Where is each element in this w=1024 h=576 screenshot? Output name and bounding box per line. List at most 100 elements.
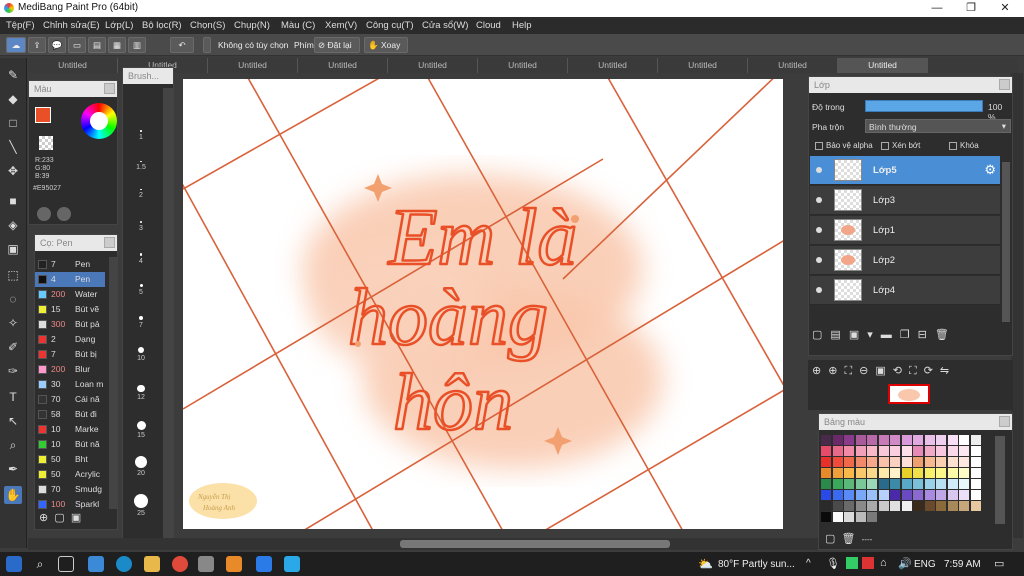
palette-swatch[interactable] bbox=[947, 435, 958, 445]
brush-item[interactable]: 10 Marke bbox=[35, 422, 105, 437]
hand-tool-icon[interactable]: ✋ bbox=[4, 486, 22, 504]
palette-swatch[interactable] bbox=[890, 468, 900, 478]
palette-swatch[interactable] bbox=[947, 479, 958, 489]
grid-icon[interactable]: ▦ bbox=[108, 37, 126, 53]
visibility-icon[interactable] bbox=[816, 227, 822, 233]
tab-untitled[interactable]: Untitled bbox=[28, 58, 118, 73]
brush-size-dot[interactable] bbox=[134, 494, 148, 508]
skype-icon[interactable] bbox=[284, 556, 300, 572]
clipping-checkbox[interactable]: Xén bớt bbox=[881, 141, 920, 150]
layer-row[interactable]: Lớp4 bbox=[810, 276, 1000, 305]
document-icon[interactable]: ▤ bbox=[88, 37, 106, 53]
tab-untitled[interactable]: Untitled bbox=[298, 58, 388, 73]
layer-row[interactable]: Lớp5 ⚙ bbox=[810, 156, 1000, 185]
palette-swatch[interactable] bbox=[913, 501, 923, 511]
palette-swatch[interactable] bbox=[913, 457, 923, 467]
tray-app-icon[interactable] bbox=[846, 557, 858, 569]
tab-untitled[interactable]: Untitled bbox=[568, 58, 658, 73]
palette-swatch[interactable] bbox=[901, 501, 912, 511]
palette-swatch[interactable] bbox=[890, 490, 900, 500]
copy-icon[interactable]: ❐ bbox=[900, 329, 918, 341]
maximize-icon[interactable]: ❐ bbox=[954, 0, 988, 17]
palette-swatch[interactable] bbox=[901, 468, 912, 478]
palette-swatch[interactable] bbox=[878, 468, 889, 478]
palette-swatch[interactable] bbox=[867, 457, 877, 467]
merge-icon[interactable]: ⊟ bbox=[918, 329, 935, 341]
palette-swatch[interactable] bbox=[832, 501, 843, 511]
layers-scrollbar[interactable] bbox=[1002, 162, 1010, 322]
folder-icon[interactable]: ▬ bbox=[881, 329, 900, 341]
palette-swatch[interactable] bbox=[844, 457, 854, 467]
zoom-in-icon[interactable]: ⊕ bbox=[812, 365, 828, 377]
brush-settings-icon[interactable]: ▣ bbox=[71, 512, 81, 524]
brush-item[interactable]: 50 Bht bbox=[35, 452, 105, 467]
brush-item[interactable]: 200 Blur bbox=[35, 362, 105, 377]
color-picker-icon[interactable] bbox=[57, 207, 71, 221]
menu-layer[interactable]: Lớp(L) bbox=[105, 20, 133, 31]
select-eraser-icon[interactable]: ✑ bbox=[4, 362, 22, 380]
palette-swatch[interactable] bbox=[844, 468, 854, 478]
weather-icon[interactable]: ⛅ bbox=[698, 557, 713, 571]
palette-swatch[interactable] bbox=[867, 435, 877, 445]
palette-swatch[interactable] bbox=[947, 468, 958, 478]
palette-swatch[interactable] bbox=[959, 479, 969, 489]
tab-untitled[interactable]: Untitled bbox=[748, 58, 838, 73]
palette-swatch[interactable] bbox=[901, 479, 912, 489]
palette-swatch[interactable] bbox=[844, 490, 854, 500]
chrome-icon[interactable] bbox=[172, 556, 188, 572]
color-wheel[interactable] bbox=[81, 103, 117, 139]
share-icon[interactable]: ⇪ bbox=[28, 37, 46, 53]
palette-swatch[interactable] bbox=[832, 435, 843, 445]
zoom-out-icon[interactable]: ⊖ bbox=[859, 365, 875, 377]
new-brush-icon[interactable]: ▢ bbox=[54, 512, 64, 524]
palette-swatch[interactable] bbox=[878, 435, 889, 445]
palette-swatch[interactable] bbox=[959, 435, 969, 445]
operation-tool-icon[interactable]: ↖ bbox=[4, 412, 22, 430]
add-brush-icon[interactable]: ⊕ bbox=[39, 512, 48, 524]
palette-swatch[interactable] bbox=[878, 446, 889, 456]
palette-swatch[interactable] bbox=[878, 501, 889, 511]
palette-swatch[interactable] bbox=[913, 435, 923, 445]
palette-swatch[interactable] bbox=[855, 446, 866, 456]
palette-swatch[interactable] bbox=[936, 457, 946, 467]
eyedropper-icon[interactable]: ⌕ bbox=[4, 436, 22, 454]
menu-select[interactable]: Chọn(S) bbox=[190, 20, 225, 31]
palette-swatch[interactable] bbox=[959, 457, 969, 467]
palette-swatch[interactable] bbox=[821, 446, 831, 456]
palette-swatch[interactable] bbox=[855, 468, 866, 478]
palette-swatch[interactable] bbox=[867, 512, 877, 522]
palette-swatch[interactable] bbox=[844, 512, 854, 522]
palette-swatch[interactable] bbox=[924, 457, 935, 467]
new-layer-icon[interactable]: ▢ bbox=[812, 329, 830, 341]
palette-swatch[interactable] bbox=[821, 435, 831, 445]
image-layer-icon[interactable]: ▣ bbox=[849, 329, 867, 341]
transparent-swatch[interactable] bbox=[39, 136, 53, 150]
menu-window[interactable]: Cửa sổ(W) bbox=[422, 20, 468, 31]
palette-swatch[interactable] bbox=[947, 490, 958, 500]
palette-swatch[interactable] bbox=[844, 446, 854, 456]
brush-item[interactable]: 4 Pen bbox=[35, 272, 105, 287]
notification-icon[interactable]: ▭ bbox=[994, 557, 1004, 570]
palette-swatch[interactable] bbox=[855, 512, 866, 522]
chat-icon[interactable]: ▭ bbox=[68, 37, 86, 53]
brush-item[interactable]: 70 Cái nă bbox=[35, 392, 105, 407]
layer-row[interactable]: Lớp2 bbox=[810, 246, 1000, 275]
palette-swatch[interactable] bbox=[890, 479, 900, 489]
visibility-icon[interactable] bbox=[816, 287, 822, 293]
brush-item[interactable]: 30 Loan m bbox=[35, 377, 105, 392]
palette-swatch[interactable] bbox=[855, 435, 866, 445]
brush-size-dot[interactable] bbox=[139, 284, 143, 287]
drawing-canvas[interactable]: Em là hoàng hôn Nguyễn Thị Hoàng Anh bbox=[183, 79, 783, 529]
palette-swatch[interactable] bbox=[832, 512, 843, 522]
menu-filter[interactable]: Bộ lọc(R) bbox=[142, 20, 182, 31]
palette-swatch[interactable] bbox=[936, 490, 946, 500]
brush-item[interactable]: 7 Bút bị bbox=[35, 347, 105, 362]
rotate-right-icon[interactable]: ⟳ bbox=[924, 365, 940, 377]
palette-swatch[interactable] bbox=[878, 490, 889, 500]
flip-icon[interactable]: ⇋ bbox=[940, 365, 956, 377]
folder-icon[interactable] bbox=[144, 556, 160, 572]
palette-swatch[interactable] bbox=[913, 446, 923, 456]
tab-untitled[interactable]: Untitled bbox=[208, 58, 298, 73]
brush-item[interactable]: 7 Pen bbox=[35, 257, 105, 272]
palette-swatch[interactable] bbox=[855, 479, 866, 489]
